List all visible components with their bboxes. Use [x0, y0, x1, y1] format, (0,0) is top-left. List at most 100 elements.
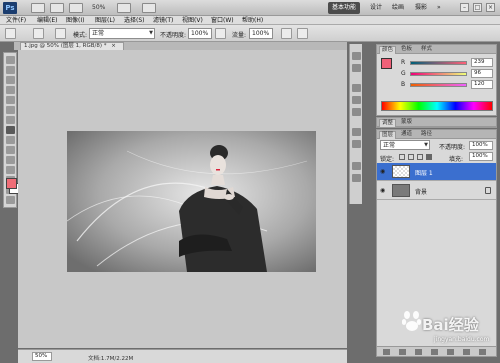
- tab-styles[interactable]: 样式: [419, 46, 434, 54]
- healing-brush-tool-icon[interactable]: [6, 116, 15, 124]
- lock-transparency-icon[interactable]: [399, 154, 405, 160]
- menu-filter[interactable]: 滤镜(T): [153, 17, 173, 24]
- eye-visibility-icon[interactable]: ◉: [380, 187, 387, 194]
- brush-panel-toggle-icon[interactable]: [55, 28, 66, 39]
- foreground-color-swatch[interactable]: [6, 178, 17, 189]
- status-zoom-field[interactable]: 50%: [32, 352, 52, 361]
- brush-presets-icon[interactable]: [352, 84, 361, 92]
- lock-pixels-icon[interactable]: [408, 154, 414, 160]
- tab-color[interactable]: 颜色: [379, 46, 397, 54]
- eye-visibility-icon[interactable]: ◉: [380, 168, 387, 175]
- photoshop-logo: Ps: [3, 2, 17, 14]
- airbrush-icon[interactable]: [281, 28, 292, 39]
- blend-mode-select[interactable]: 正常 ▼: [380, 140, 430, 150]
- navigator-panel-icon[interactable]: [352, 162, 361, 170]
- minimize-button[interactable]: –: [460, 3, 469, 12]
- workspace-more[interactable]: »: [433, 2, 445, 14]
- close-button[interactable]: ×: [486, 3, 495, 12]
- collapsed-panel-dock: [349, 44, 362, 204]
- crop-tool-icon[interactable]: [6, 96, 15, 104]
- quick-select-tool-icon[interactable]: [6, 86, 15, 94]
- lock-all-icon[interactable]: [426, 154, 432, 160]
- layer-row-layer-1[interactable]: ◉ 图层 1: [377, 163, 496, 181]
- tab-swatches[interactable]: 色板: [399, 46, 414, 54]
- maximize-button[interactable]: □: [473, 3, 482, 12]
- menu-select[interactable]: 选择(S): [124, 17, 145, 24]
- tab-layers[interactable]: 图层: [379, 131, 397, 139]
- eyedropper-tool-icon[interactable]: [6, 106, 15, 114]
- green-slider[interactable]: [410, 72, 467, 76]
- layer-row-background[interactable]: ◉ 背景: [377, 182, 496, 200]
- document-tab-label: 1.jpg @ 50% (图层 1, RGB/8) *: [24, 43, 107, 49]
- flow-field[interactable]: 100%: [249, 28, 273, 39]
- zoom-level[interactable]: 50%: [92, 4, 105, 11]
- green-value-field[interactable]: 96: [471, 69, 493, 78]
- document-tab[interactable]: 1.jpg @ 50% (图层 1, RGB/8) * ×: [20, 42, 124, 50]
- menu-edit[interactable]: 编辑(E): [37, 17, 57, 24]
- menu-help[interactable]: 帮助(H): [242, 17, 263, 24]
- tab-adjustments[interactable]: 调整: [379, 119, 397, 127]
- actions-panel-icon[interactable]: [352, 64, 361, 72]
- red-value-field[interactable]: 239: [471, 58, 493, 67]
- brush-size-picker-icon[interactable]: [33, 28, 44, 39]
- move-tool-icon[interactable]: [6, 56, 15, 64]
- arrange-docs-icon[interactable]: [117, 3, 131, 13]
- bridge-icon[interactable]: [31, 3, 45, 13]
- clone-stamp-tool-icon[interactable]: [6, 136, 15, 144]
- type-tool-icon[interactable]: [6, 196, 15, 204]
- paragraph-panel-icon[interactable]: [352, 140, 361, 148]
- gradient-tool-icon[interactable]: [6, 166, 15, 174]
- tab-paths[interactable]: 路径: [419, 131, 434, 139]
- brush-tool-preset-icon[interactable]: [5, 28, 16, 39]
- history-panel-icon[interactable]: [352, 52, 361, 60]
- menu-file[interactable]: 文件(F): [6, 17, 26, 24]
- watermark-brand: Bai经验: [422, 316, 479, 334]
- menu-image[interactable]: 图像(I): [66, 17, 84, 24]
- menu-layer[interactable]: 图层(L): [95, 17, 115, 24]
- info-panel-icon[interactable]: [352, 174, 361, 182]
- lock-position-icon[interactable]: [417, 154, 423, 160]
- opacity-field[interactable]: 100%: [188, 28, 212, 39]
- clone-source-icon[interactable]: [352, 108, 361, 116]
- link-layers-icon[interactable]: [383, 349, 390, 355]
- lock-icon: [485, 187, 491, 194]
- tab-channels[interactable]: 通道: [399, 131, 414, 139]
- eraser-tool-icon[interactable]: [6, 156, 15, 164]
- marquee-tool-icon[interactable]: [6, 66, 15, 74]
- blue-slider[interactable]: [410, 83, 467, 87]
- red-channel-label: R: [401, 59, 406, 66]
- mode-select[interactable]: 正常 ▼: [89, 28, 155, 39]
- document-info[interactable]: 文档:1.7M/2.22M: [88, 354, 133, 362]
- size-pressure-icon[interactable]: [297, 28, 308, 39]
- character-panel-icon[interactable]: [352, 128, 361, 136]
- color-spectrum-ramp[interactable]: [381, 101, 493, 111]
- workspace-design[interactable]: 设计: [366, 2, 386, 14]
- fill-field[interactable]: 100%: [469, 152, 493, 161]
- history-brush-tool-icon[interactable]: [6, 146, 15, 154]
- color-panel: 颜色 色板 样式 R 239 G 96 B 120: [376, 44, 497, 116]
- lasso-tool-icon[interactable]: [6, 76, 15, 84]
- paw-logo-icon: [402, 311, 422, 331]
- brush-panel-icon[interactable]: [352, 96, 361, 104]
- document-image[interactable]: [67, 131, 316, 272]
- photo-content: [67, 131, 316, 272]
- red-slider[interactable]: [410, 61, 467, 65]
- hand-view-icon[interactable]: [69, 3, 83, 13]
- workspace-painting[interactable]: 绘画: [388, 2, 408, 14]
- layer-opacity-field[interactable]: 100%: [469, 141, 493, 150]
- mode-label: 模式:: [73, 32, 88, 39]
- screen-mode-icon[interactable]: [142, 3, 156, 13]
- tab-masks[interactable]: 蒙版: [399, 119, 414, 127]
- panel-foreground-swatch[interactable]: [381, 58, 392, 69]
- close-tab-icon[interactable]: ×: [111, 43, 116, 49]
- opacity-pressure-icon[interactable]: [215, 28, 226, 39]
- layer-name[interactable]: 背景: [415, 187, 427, 196]
- workspace-photography[interactable]: 摄影: [411, 2, 431, 14]
- workspace-essentials[interactable]: 基本功能: [328, 2, 361, 14]
- minibridge-icon[interactable]: [50, 3, 64, 13]
- blue-value-field[interactable]: 120: [471, 80, 493, 89]
- layer-name[interactable]: 图层 1: [415, 168, 433, 177]
- brush-tool-icon[interactable]: [6, 126, 15, 134]
- menu-window[interactable]: 窗口(W): [211, 17, 234, 24]
- menu-view[interactable]: 视图(V): [182, 17, 203, 24]
